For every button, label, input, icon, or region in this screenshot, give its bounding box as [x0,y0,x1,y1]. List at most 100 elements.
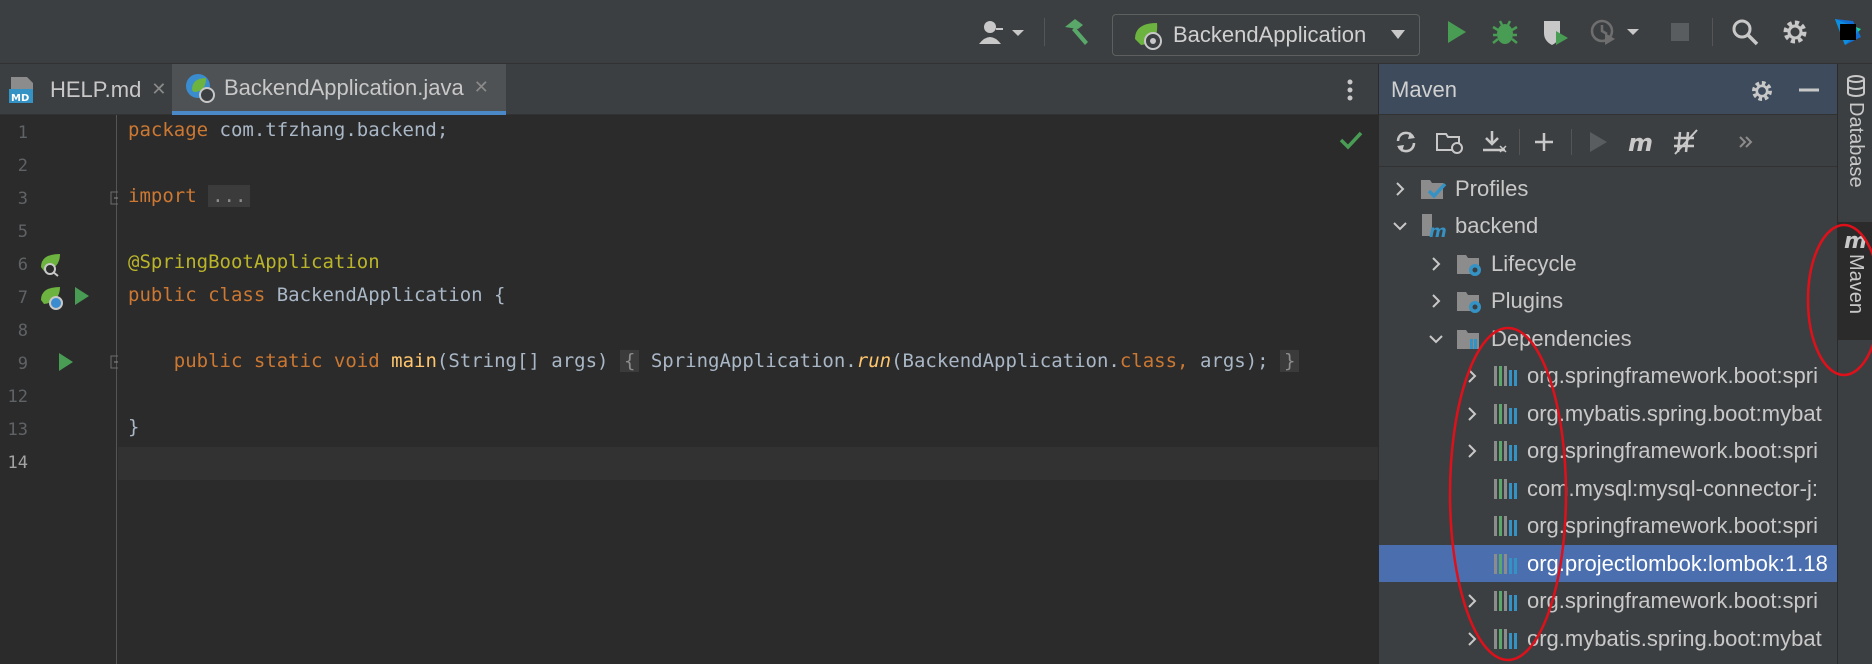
close-icon[interactable]: ✕ [151,79,166,100]
gear-icon[interactable] [1749,78,1775,104]
run-icon [1590,132,1607,152]
library-icon [1494,628,1517,649]
user-icon [979,21,1024,44]
generate-sources-icon [1436,133,1463,154]
tree-item[interactable]: Profiles [1379,170,1837,207]
tree-item-label: org.mybatis.spring.boot:mybat [1527,400,1822,426]
line-number: 5 [17,222,28,242]
chevron-right-icon[interactable] [1427,255,1445,273]
tree-item[interactable]: org.springframework.boot:spri [1379,358,1837,395]
run-maven-build-button[interactable] [1583,127,1613,157]
chevron-right-icon[interactable] [1463,442,1481,460]
tree-item-label: org.projectlombok:lombok:1.18 [1527,550,1828,576]
execute-maven-goal-button[interactable]: m [1627,127,1657,157]
tree-item-icon [1455,250,1485,278]
tree-item[interactable]: Plugins [1379,283,1837,320]
skip-tests-button[interactable] [1671,127,1701,157]
chevron-right-icon[interactable] [1463,592,1481,610]
stop-button[interactable] [1664,16,1696,48]
tree-item-label: com.mysql:mysql-connector-j: [1527,475,1818,501]
maven-m-icon: m [1628,129,1653,155]
vtab-label: Database [1845,102,1867,188]
chevron-right-icon[interactable] [1391,180,1409,198]
chevron-down-icon[interactable] [1391,217,1409,235]
debug-button[interactable] [1488,16,1522,48]
tree-item[interactable]: org.springframework.boot:spri [1379,583,1837,620]
tab-label: HELP.md [50,76,142,102]
chevron-down-icon[interactable] [1427,330,1445,348]
editor-tabs: MD HELP.md ✕ BackendApplication.java ✕ [0,64,1378,115]
download-button[interactable] [1479,127,1509,157]
check-icon[interactable] [1338,129,1364,151]
svg-text:m: m [1628,129,1653,155]
line-number: 9 [17,354,28,374]
caret-line-highlight [118,447,1378,480]
hammer-icon [1065,19,1088,45]
spring-boot-icon[interactable] [38,284,66,312]
add-button[interactable] [1529,127,1559,157]
stop-icon [1671,23,1689,41]
search-everywhere-button[interactable] [1728,16,1762,48]
tab-backend-application[interactable]: BackendApplication.java ✕ [172,64,506,115]
code-editor[interactable]: package com.tfzhang.backend; import ... … [118,115,1378,664]
run-configuration-selector[interactable]: BackendApplication [1112,14,1420,56]
profile-button[interactable] [1588,16,1644,48]
chevron-right-icon[interactable] [1463,367,1481,385]
tree-item[interactable]: org.mybatis.spring.boot:mybat [1379,395,1837,432]
run-with-coverage-button[interactable] [1538,16,1572,48]
generate-sources-button[interactable] [1435,127,1465,157]
tree-item[interactable]: m backend [1379,208,1837,245]
toolbar-separator [1571,129,1572,155]
tab-label: BackendApplication.java [224,74,464,100]
run-button[interactable] [1440,16,1472,48]
chevron-right-icon[interactable] [1427,292,1445,310]
code-line-13: } [128,416,140,438]
maven-tool-tab[interactable]: m Maven [1838,222,1872,340]
database-tool-tab[interactable]: Database [1838,70,1872,200]
maven-module-icon: m [1422,214,1447,240]
line-number: 13 [7,420,28,440]
chevron-right-icon[interactable] [1463,630,1481,648]
spring-icon [1135,23,1162,50]
coverage-icon [1544,21,1568,45]
skip-tests-icon [1674,129,1698,155]
markdown-file-icon: MD [9,76,33,104]
reload-button[interactable] [1391,127,1421,157]
run-configuration-label: BackendApplication [1173,22,1367,47]
tab-help-md[interactable]: MD HELP.md ✕ [0,64,170,115]
maven-title: Maven [1391,77,1458,102]
build-button[interactable] [1060,16,1092,48]
tree-item[interactable]: org.springframework.boot:spri [1379,508,1837,545]
toolbar-separator [1044,18,1045,46]
spring-bean-icon[interactable] [38,251,64,277]
tree-item[interactable]: org.projectlombok:lombok:1.18 [1379,545,1837,582]
tabs-more-button[interactable] [1340,78,1360,102]
tree-item-label: org.springframework.boot:spri [1527,363,1819,388]
tree-item-icon: m [1419,212,1449,240]
tree-item-icon [1419,175,1449,203]
close-icon[interactable]: ✕ [474,77,489,98]
run-icon[interactable] [56,351,76,373]
code-line-9: public static void main(String[] args) {… [128,350,1300,372]
tree-item-icon [1491,587,1521,615]
tree-item-label: Dependencies [1491,325,1632,351]
vcs-user-button[interactable] [974,16,1030,48]
run-icon[interactable] [72,285,92,307]
chevron-right-icon[interactable] [1463,405,1481,423]
tree-item[interactable]: Lifecycle [1379,245,1837,282]
minimize-icon[interactable] [1797,80,1821,100]
library-icon [1494,591,1517,611]
folded-imports: ... [208,185,251,207]
line-number: 1 [17,123,28,143]
library-icon [1494,403,1517,424]
tree-item[interactable]: org.springframework.boot:spri [1379,433,1837,470]
profiles-icon [1421,179,1447,199]
jetbrains-button[interactable] [1828,16,1868,48]
more-button[interactable] [1731,127,1761,157]
line-number: 7 [17,288,28,308]
reload-icon [1396,131,1416,153]
tree-item[interactable]: com.mysql:mysql-connector-j: [1379,470,1837,507]
settings-button[interactable] [1778,16,1812,48]
tree-item[interactable]: Dependencies [1379,320,1837,357]
tree-item[interactable]: org.mybatis.spring.boot:mybat [1379,620,1837,657]
